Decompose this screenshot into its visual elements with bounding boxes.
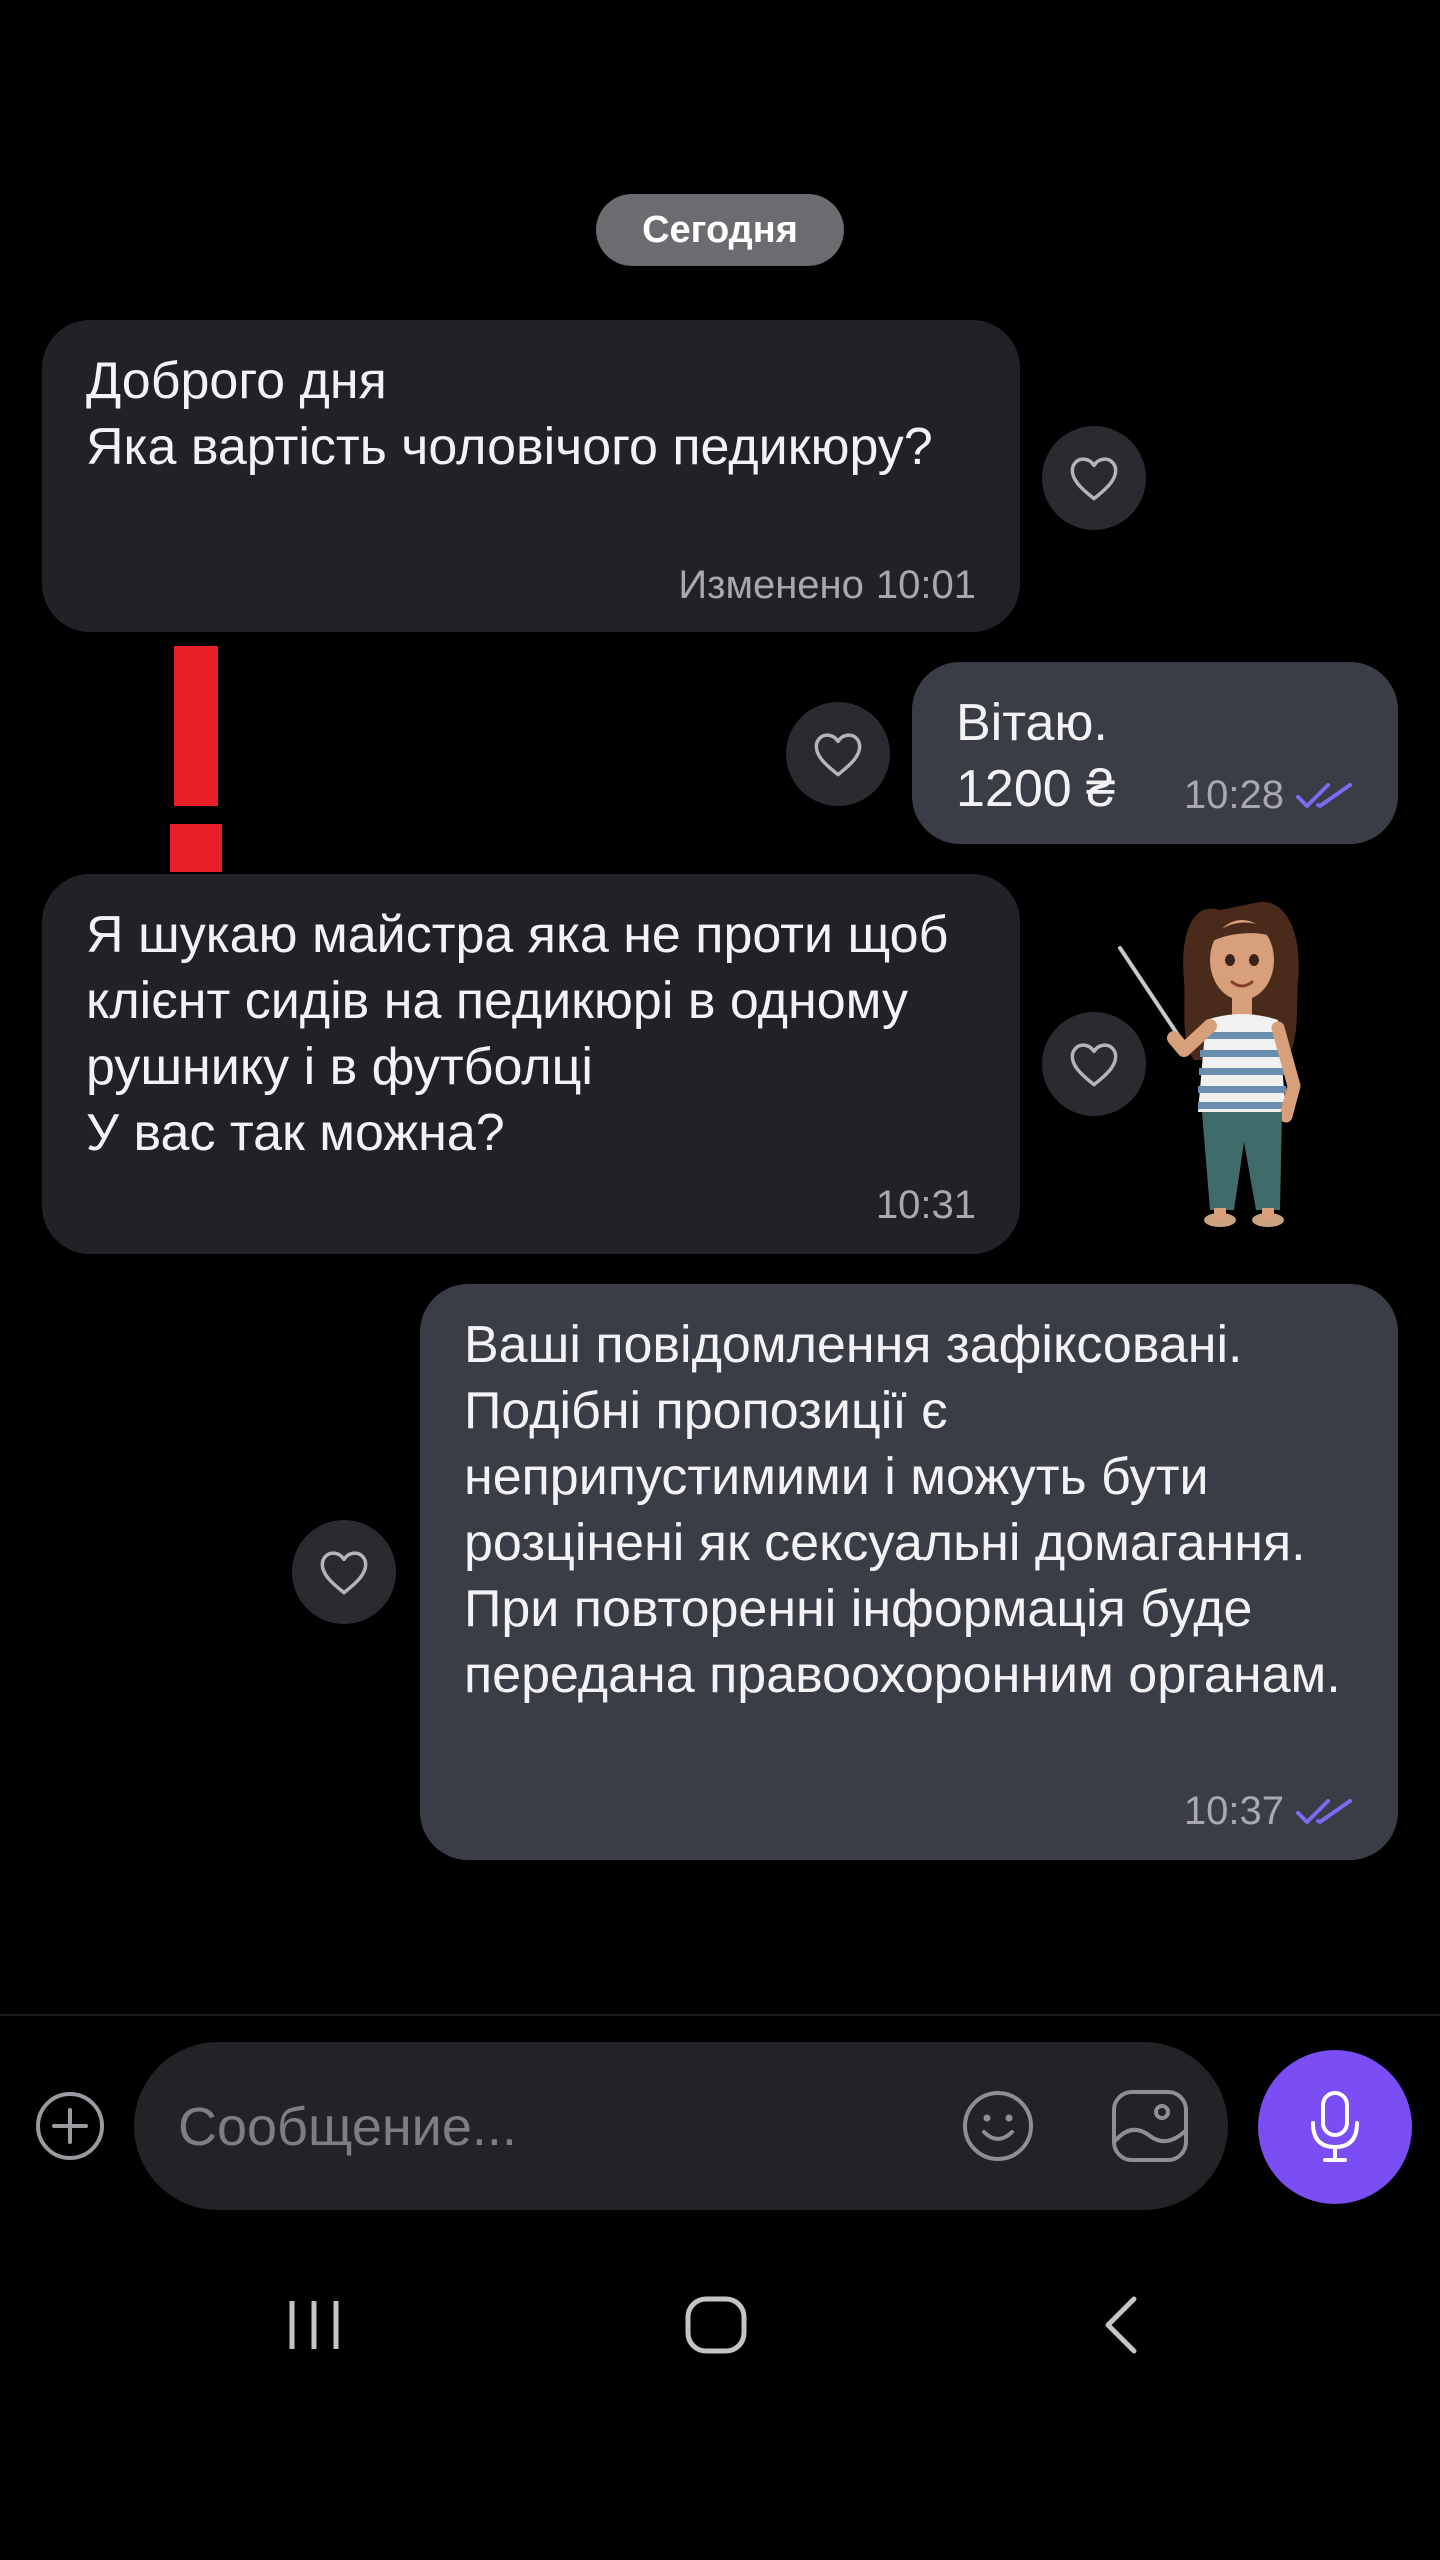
edited-label: Изменено xyxy=(678,563,864,607)
message-input[interactable] xyxy=(176,2084,1000,2170)
message-text: Доброго дня Яка вартість чоловічого педи… xyxy=(86,352,933,476)
message-bubble-incoming[interactable]: Доброго дня Яка вартість чоловічого педи… xyxy=(42,320,1020,632)
double-check-icon xyxy=(1296,781,1354,811)
react-heart-button[interactable] xyxy=(1042,426,1146,530)
home-button[interactable] xyxy=(656,2280,776,2370)
message-text: Я шукаю майстра яка не проти щоб клієнт … xyxy=(86,906,949,1162)
message-meta: 10:28 xyxy=(1184,773,1354,818)
gallery-button[interactable] xyxy=(1110,2088,1190,2164)
heart-icon xyxy=(320,1551,368,1595)
exclamation-mark xyxy=(170,646,222,872)
message-bubble-outgoing[interactable]: Вітаю. 1200 ₴ 10:28 xyxy=(912,662,1398,844)
recents-button[interactable] xyxy=(254,2280,374,2370)
microphone-icon xyxy=(1311,2091,1359,2162)
date-separator: Сегодня xyxy=(596,194,844,266)
message-bubble-incoming[interactable]: Я шукаю майстра яка не проти щоб клієнт … xyxy=(42,874,1020,1254)
message-bubble-outgoing[interactable]: Ваші повідомлення зафіксовані. Подібні п… xyxy=(420,1284,1398,1860)
message-time: 10:28 xyxy=(1183,773,1284,817)
message-text: Ваші повідомлення зафіксовані. Подібні п… xyxy=(464,1316,1341,1704)
message-time: 10:01 xyxy=(875,563,976,607)
message-meta: Изменено 10:01 xyxy=(678,563,976,608)
heart-icon xyxy=(814,733,862,777)
recents-icon xyxy=(289,2301,339,2349)
message-time: 10:31 xyxy=(875,1183,976,1227)
react-heart-button[interactable] xyxy=(786,702,890,806)
teacher-cartoon-image xyxy=(1118,901,1301,1227)
back-button[interactable] xyxy=(1060,2280,1180,2370)
react-heart-button[interactable] xyxy=(292,1520,396,1624)
heart-icon xyxy=(1070,457,1118,501)
message-time: 10:37 xyxy=(1183,1789,1284,1833)
composer-divider xyxy=(0,2014,1440,2016)
back-icon xyxy=(1105,2296,1137,2354)
home-icon xyxy=(685,2296,747,2354)
message-meta: 10:37 xyxy=(1184,1789,1354,1834)
double-check-icon xyxy=(1296,1797,1354,1827)
attach-button[interactable] xyxy=(34,2090,106,2162)
plus-circle-icon xyxy=(36,2092,104,2160)
system-navigation-bar xyxy=(0,2230,1440,2420)
emoji-button[interactable] xyxy=(960,2088,1036,2164)
smiley-icon xyxy=(963,2091,1033,2161)
record-voice-button[interactable] xyxy=(1258,2050,1412,2204)
image-icon xyxy=(1112,2090,1188,2162)
message-input-container xyxy=(134,2042,1228,2210)
message-text: Вітаю. 1200 ₴ xyxy=(956,694,1116,818)
message-meta: 10:31 xyxy=(876,1183,976,1228)
